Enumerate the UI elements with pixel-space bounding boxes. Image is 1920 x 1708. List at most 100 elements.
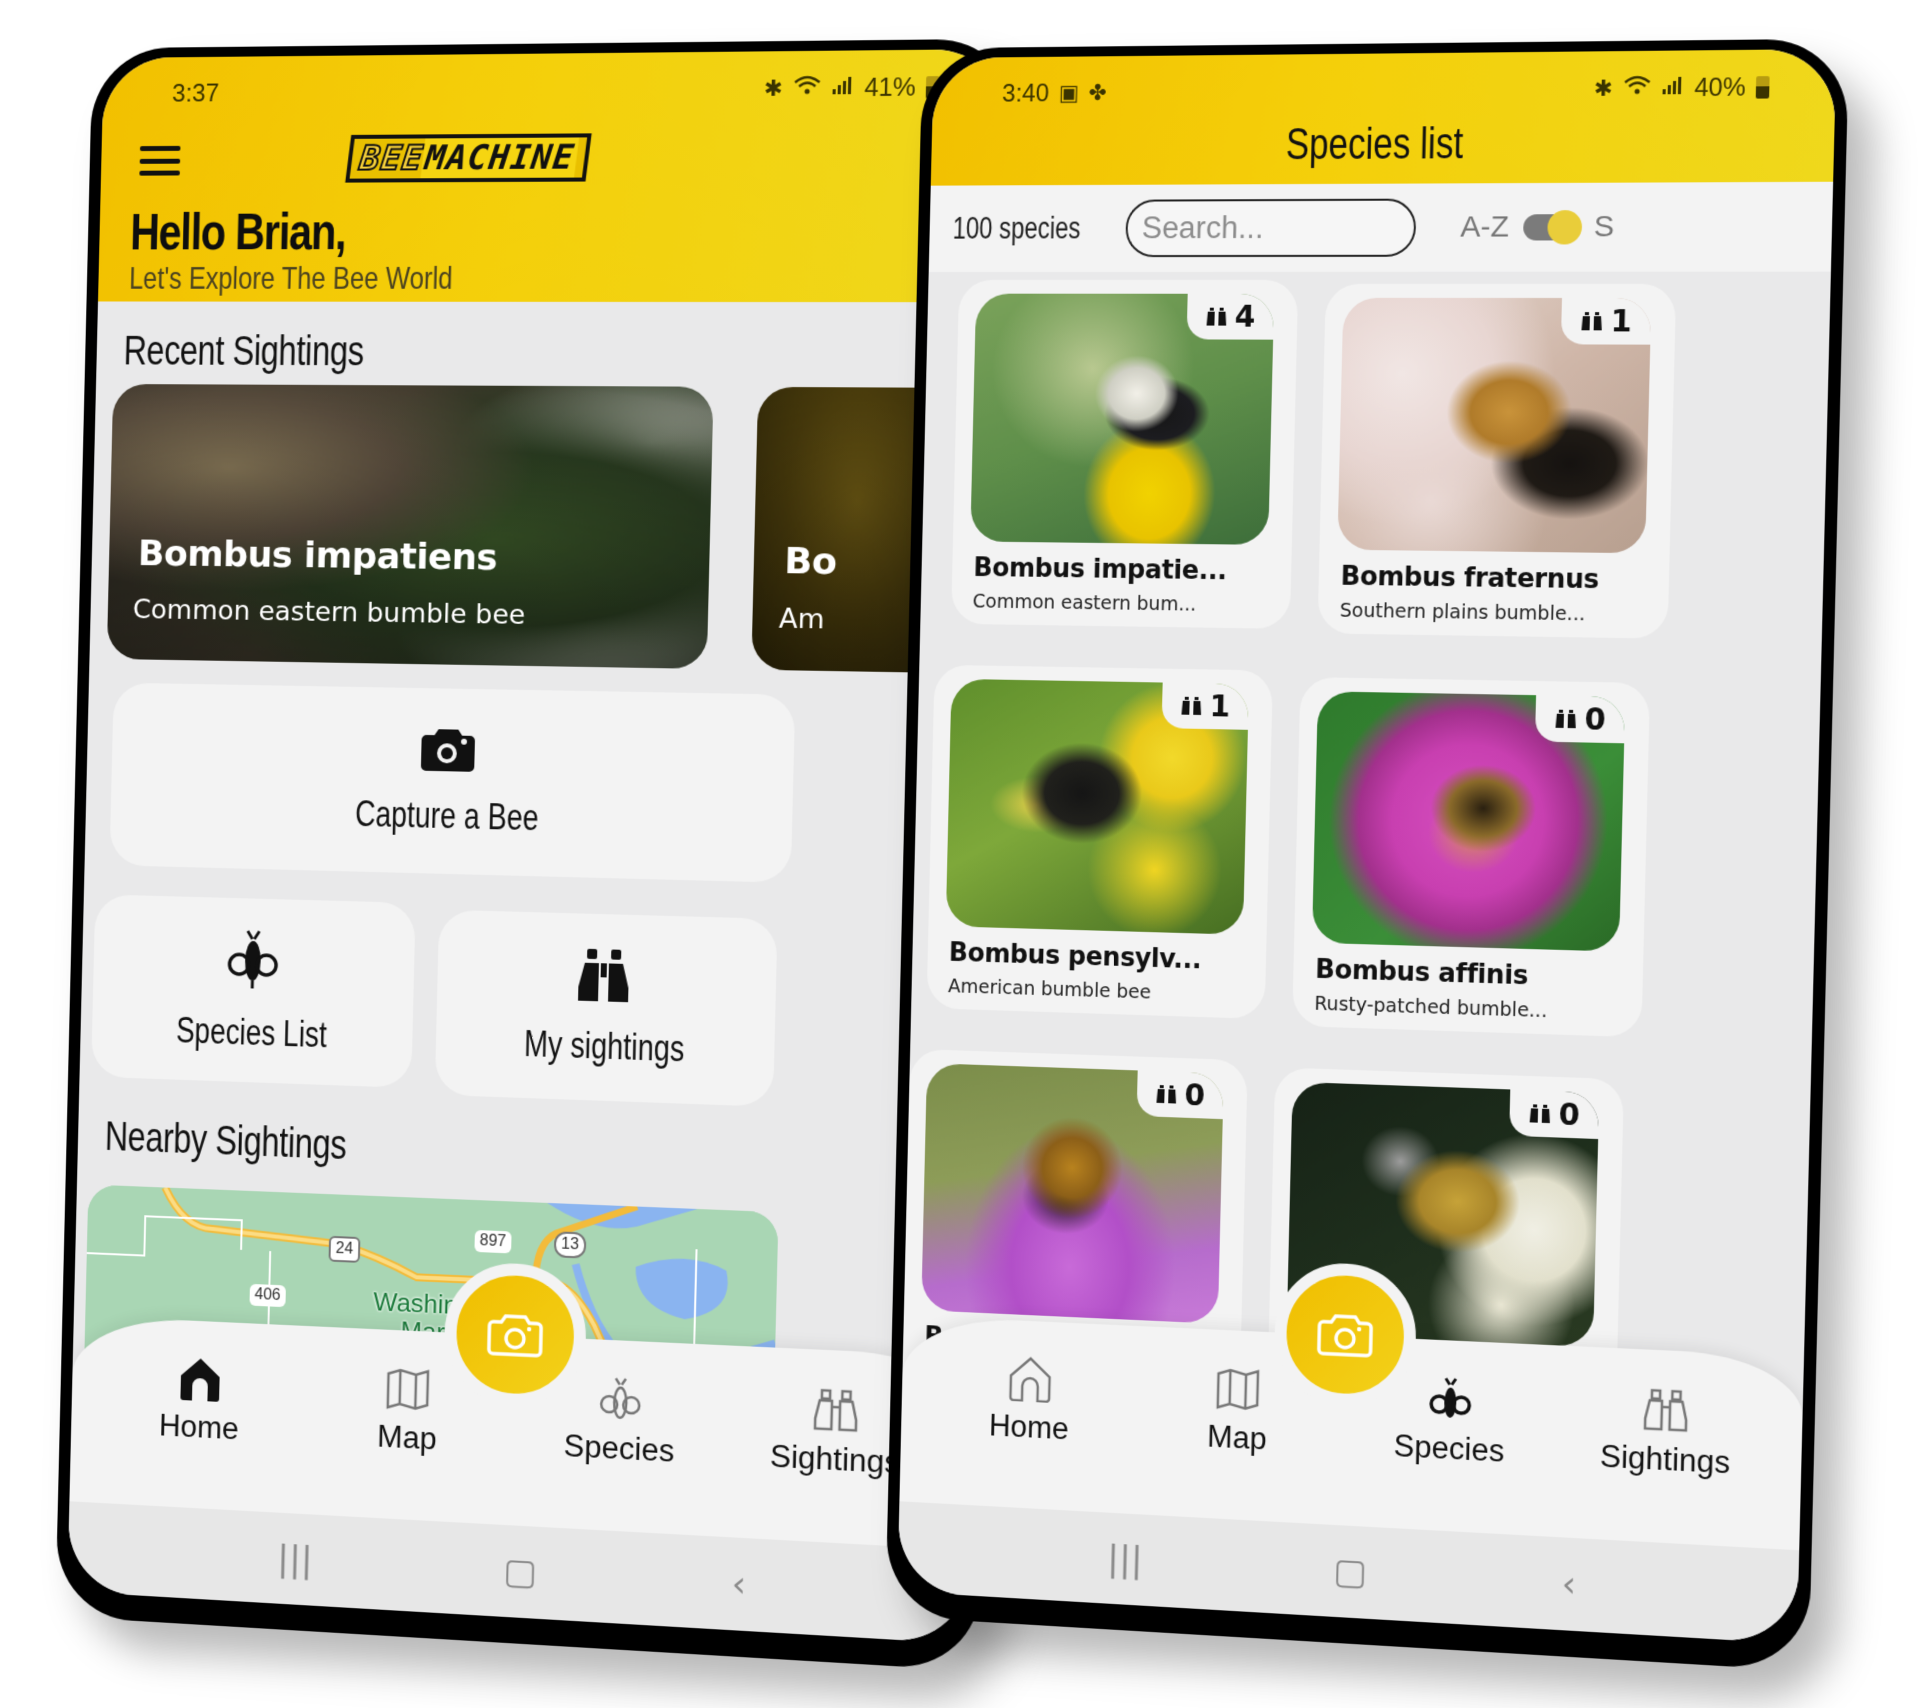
nav-species[interactable]: Species [529,1372,712,1471]
gallery-icon: ▣ [1058,80,1080,106]
nav-map[interactable]: Map [1148,1362,1327,1460]
bee-icon [1426,1375,1475,1423]
back-button[interactable]: ‹ [1561,1563,1577,1605]
camera-outline-icon [487,1309,544,1359]
nav-map[interactable]: Map [318,1362,497,1460]
bee-icon [596,1375,645,1423]
nav-species-label: Species [1393,1428,1505,1469]
camera-outline-icon [1317,1309,1374,1359]
binoculars-icon [1555,709,1576,729]
bluetooth-icon: ✱ [1593,75,1614,101]
nav-home-label: Home [158,1407,240,1447]
status-bar: 3:40 ▣ ✤ ✱ 40% [932,49,1836,117]
bluetooth-icon: ✱ [763,75,784,101]
sort-s-label: S [1593,209,1615,244]
sort-az-label: A-Z [1459,210,1510,244]
species-common-name: Common eastern bum... [972,590,1197,616]
greeting-title: Hello Brian, [129,203,347,262]
binoculars-icon [1206,307,1227,326]
species-card[interactable]: 0 Bombus affinis Rusty-patched bumble... [1292,676,1651,1038]
species-list-button[interactable]: Species List [91,894,416,1088]
species-scientific-name: Bombus affinis [1314,954,1529,992]
binoculars-icon [1156,1084,1177,1104]
back-button[interactable]: ‹ [731,1563,747,1605]
binoculars-icon [1529,1104,1550,1124]
sighting-scientific-name: Bo [783,540,838,583]
species-photo: 0 [921,1063,1224,1324]
sightings-count-badge: 0 [1136,1070,1224,1120]
sightings-count-badge: 4 [1186,293,1275,340]
wifi-icon [793,74,822,103]
nav-home[interactable]: Home [112,1352,288,1449]
app-logo: BEE MACHINE [345,133,592,183]
species-photo: 1 [945,678,1250,935]
species-photo: 1 [1337,297,1652,554]
recent-sighting-card[interactable]: Bombus impatiens Common eastern bumble b… [106,383,714,669]
binoculars-icon [1181,696,1202,715]
recent-sightings-carousel[interactable]: Bombus impatiens Common eastern bumble b… [89,383,998,684]
status-time: 3:37 [171,79,220,108]
sort-toggle[interactable] [1522,210,1583,245]
nav-map-label: Map [1206,1418,1268,1457]
home-header: 3:37 ✱ 41% BEE MACHINE Hello Brian, Let'… [97,48,1007,303]
species-card[interactable]: 4 Bombus impatie... Common eastern bum..… [950,279,1299,629]
logo-bee-text: BEE [356,137,426,179]
species-scientific-name: Bombus impatie... [973,553,1227,587]
my-sightings-label: My sightings [523,1022,685,1070]
nearby-sightings-title: Nearby Sightings [104,1112,348,1169]
home-outline-icon [1006,1355,1053,1403]
signal-icon [1661,75,1684,102]
species-screen: 3:40 ▣ ✤ ✱ 40% Species list 100 species … [897,48,1837,1644]
sighting-common-name: Am [778,603,825,636]
sighting-common-name: Common eastern bumble bee [132,594,526,631]
map-icon [384,1365,432,1413]
nav-species[interactable]: Species [1359,1372,1542,1471]
species-photo: 0 [1311,691,1626,952]
species-scientific-name: Bombus fraternus [1340,561,1600,596]
greeting-subtitle: Let's Explore The Bee World [128,259,454,296]
phone-species-screen: 3:40 ▣ ✤ ✱ 40% Species list 100 species … [885,38,1850,1672]
nav-home[interactable]: Home [942,1352,1118,1449]
status-time: 3:40 [1001,79,1050,108]
species-card[interactable]: 1 Bombus fraternus Southern plains bumbl… [1317,283,1677,639]
recent-apps-button[interactable]: ||| [1107,1538,1143,1581]
species-common-name: Rusty-patched bumble... [1314,992,1548,1023]
route-shield: 24 [328,1235,361,1263]
binoculars-icon [578,948,630,1003]
species-photo: 4 [970,293,1275,545]
logo-machine-text: MACHINE [420,137,579,179]
species-card[interactable]: 1 Bombus pensylv... American bumble bee [926,664,1274,1020]
route-shield: 13 [553,1231,587,1259]
fan-icon: ✤ [1088,80,1107,105]
species-scientific-name: Bombus pensylv... [948,938,1202,976]
home-system-button[interactable]: ▢ [1333,1550,1368,1593]
sightings-count-badge: 0 [1534,695,1626,744]
map-icon [1214,1365,1262,1413]
battery-percent: 40% [1693,72,1747,102]
species-list-label: Species List [175,1009,328,1056]
sightings-count-badge: 1 [1161,682,1250,730]
menu-button[interactable] [139,145,181,176]
camera-icon [420,728,476,772]
species-header: 3:40 ▣ ✤ ✱ 40% Species list [930,48,1837,186]
home-system-button[interactable]: ▢ [503,1550,538,1593]
recent-apps-button[interactable]: ||| [277,1538,313,1581]
route-shield: 406 [249,1283,286,1308]
signal-icon [831,75,854,102]
binoculars-outline-icon [811,1386,861,1435]
species-common-name: Southern plains bumble... [1339,599,1586,626]
wifi-icon [1623,74,1652,103]
filter-bar: 100 species A-Z S [928,181,1834,273]
bee-icon [225,926,281,991]
capture-bee-button[interactable]: Capture a Bee [109,682,796,883]
home-screen: 3:37 ✱ 41% BEE MACHINE Hello Brian, Let'… [67,48,1007,1644]
battery-percent: 41% [863,72,917,102]
species-common-name: American bumble bee [947,975,1152,1004]
capture-bee-label: Capture a Bee [354,793,539,839]
nav-sightings[interactable]: Sightings [1573,1383,1759,1483]
search-input[interactable] [1125,198,1418,258]
nav-species-label: Species [563,1428,675,1469]
phone-home-screen: 3:37 ✱ 41% BEE MACHINE Hello Brian, Let'… [55,38,1020,1672]
my-sightings-button[interactable]: My sightings [434,909,778,1107]
recent-sightings-title: Recent Sightings [123,327,365,375]
